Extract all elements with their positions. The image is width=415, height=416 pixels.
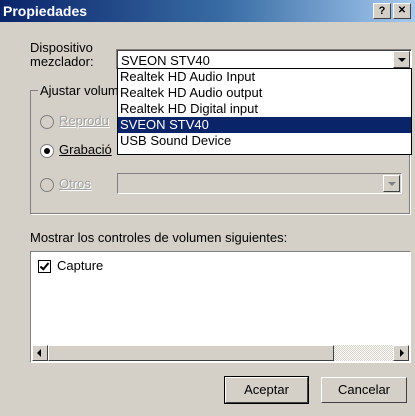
radio-dot (44, 148, 50, 154)
mixer-option-selected[interactable]: SVEON STV40 (118, 117, 411, 133)
close-button[interactable]: ✕ (393, 3, 411, 19)
scroll-left-arrow-icon[interactable] (32, 345, 48, 361)
chevron-down-icon[interactable] (383, 175, 400, 192)
radio-other-label: Otros (59, 176, 91, 191)
chevron-down-icon[interactable] (393, 51, 410, 68)
cancel-button[interactable]: Cancelar (321, 377, 407, 403)
radio-playback-text: Reprodu (59, 113, 109, 128)
mixer-dropdown-list: Realtek HD Audio Input Realtek HD Audio … (117, 68, 412, 155)
adjust-volume-group-title: Ajustar volum (38, 83, 121, 98)
radio-recording-text: Grabació (59, 142, 112, 157)
ok-button[interactable]: Aceptar (224, 376, 309, 404)
mixer-label: Dispositivo mezclador: (30, 41, 94, 69)
mixer-option[interactable]: Realtek HD Digital input (118, 101, 411, 117)
radio-recording[interactable] (40, 144, 54, 158)
controls-list: Capture (30, 251, 411, 363)
help-button[interactable]: ? (373, 3, 391, 19)
scroll-right-arrow-icon[interactable] (393, 345, 409, 361)
mixer-select[interactable]: SVEON STV40 (116, 49, 412, 70)
other-device-select[interactable] (117, 173, 402, 194)
controls-label: Mostrar los controles de volumen siguien… (30, 230, 288, 245)
mixer-option[interactable]: Realtek HD Audio output (118, 85, 411, 101)
radio-playback[interactable] (40, 115, 54, 129)
capture-checkbox[interactable] (38, 260, 51, 273)
radio-other[interactable] (40, 178, 54, 192)
mixer-select-value: SVEON STV40 (121, 53, 210, 68)
mixer-option[interactable]: Realtek HD Audio Input (118, 69, 411, 85)
title-bar[interactable]: Propiedades ? ✕ (0, 0, 415, 22)
properties-dialog: Propiedades ? ✕ Dispositivo mezclador: S… (0, 0, 415, 416)
mixer-label-line1: Dispositivo (30, 40, 93, 55)
window-title: Propiedades (3, 3, 88, 19)
radio-playback-label: Reprodu (59, 113, 109, 128)
radio-other-text: Otros (59, 176, 91, 191)
scroll-thumb[interactable] (48, 345, 334, 361)
radio-recording-label: Grabació (59, 142, 112, 157)
mixer-label-line2: mezclador: (30, 54, 94, 69)
mixer-option[interactable]: USB Sound Device (118, 133, 411, 149)
capture-label: Capture (57, 258, 104, 273)
horizontal-scrollbar[interactable] (32, 345, 409, 361)
